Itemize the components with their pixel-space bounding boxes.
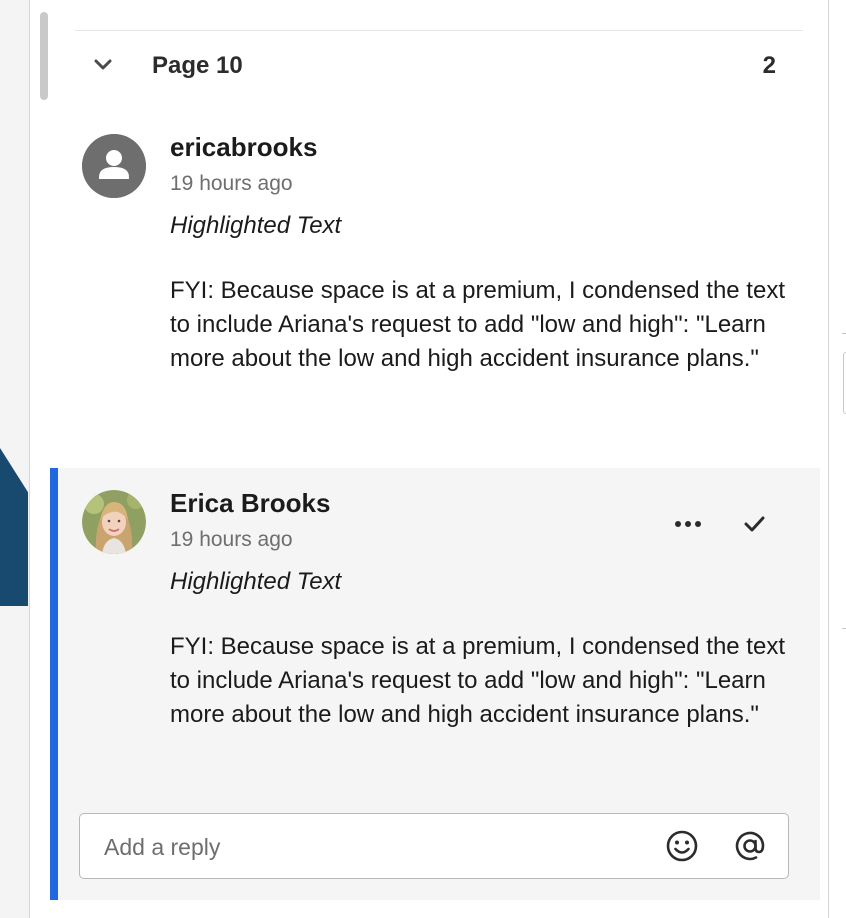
at-mention-icon (735, 831, 765, 861)
avatar (82, 134, 146, 198)
reply-box (79, 813, 789, 879)
comment-type: Highlighted Text (170, 212, 342, 239)
avatar (82, 490, 146, 554)
comment-type: Highlighted Text (170, 568, 342, 595)
comments-view: Page 10 2 ericabrooks 19 hours ago Highl… (0, 0, 846, 918)
default-user-icon (82, 134, 146, 198)
comments-panel: Page 10 2 ericabrooks 19 hours ago Highl… (30, 0, 828, 918)
chevron-down-icon[interactable] (93, 58, 113, 72)
selection-indicator (50, 468, 58, 900)
comment-card-selected[interactable]: Erica Brooks 19 hours ago Highlighted Te… (50, 468, 820, 900)
emoji-icon (666, 830, 698, 862)
comment-author: ericabrooks (170, 132, 318, 162)
more-horizontal-icon (675, 521, 701, 527)
comment-author: Erica Brooks (170, 488, 331, 518)
comment-count: 2 (762, 52, 776, 79)
scrollbar-thumb[interactable] (40, 12, 48, 100)
divider (842, 628, 846, 629)
page-group-header[interactable]: Page 10 2 (75, 32, 803, 102)
comment-timestamp: 19 hours ago (170, 528, 293, 551)
mention-button[interactable] (732, 828, 768, 864)
right-gutter (829, 0, 846, 918)
comment-card[interactable]: ericabrooks 19 hours ago Highlighted Tex… (50, 118, 820, 448)
checkmark-icon (744, 516, 765, 532)
emoji-button[interactable] (664, 828, 700, 864)
divider (75, 30, 803, 31)
divider (842, 333, 846, 334)
comment-body: FYI: Because space is at a premium, I co… (170, 633, 785, 728)
reply-input[interactable] (102, 824, 646, 870)
comment-timestamp: 19 hours ago (170, 172, 293, 195)
more-options-button[interactable] (672, 512, 708, 536)
profile-photo (82, 490, 146, 554)
resolve-button[interactable] (740, 512, 770, 536)
page-group-title: Page 10 (152, 52, 243, 79)
comment-body: FYI: Because space is at a premium, I co… (170, 277, 785, 372)
